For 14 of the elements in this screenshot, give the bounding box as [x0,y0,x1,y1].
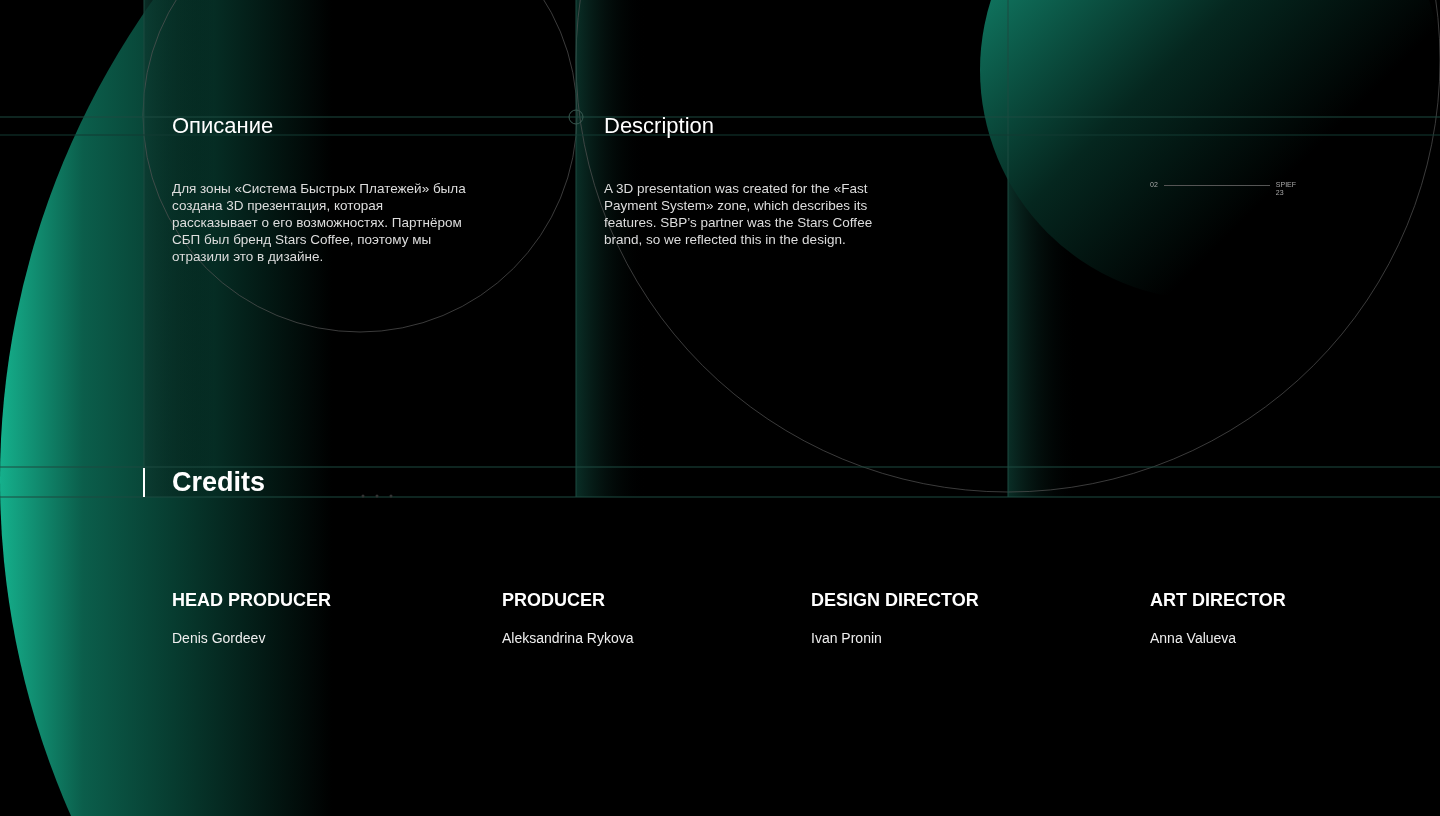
credit-name: Aleksandrina Rykova [502,630,635,646]
credit-role: ART DIRECTOR [1150,590,1287,610]
dots-icon [361,494,394,498]
credit-role: HEAD PRODUCER [172,590,332,610]
credit-name: Ivan Pronin [811,630,883,646]
credit-name: Denis Gordeev [172,630,267,646]
section-heading: Описание [172,112,275,140]
description-paragraph: A 3D presentation was created for the «Fast Payment System» zone, which describes its features. SBP’s partner was the Stars Coffee brand, so we reflected this in the design. [604,180,874,248]
credit-name: Anna Valueva [1150,630,1238,646]
credits-heading: Credits [172,467,266,497]
credit-role: PRODUCER [502,590,606,610]
section-heading: Description [604,112,716,140]
description-paragraph: Для зоны «Система Быстрых Платежей» была создана 3D презентация, которая рассказывает о его возможностях. Партнёром СБП был бренд Stars Coffee, поэтому мы отразили это в дизайне. [172,180,467,265]
credit-role: DESIGN DIRECTOR [811,590,980,610]
